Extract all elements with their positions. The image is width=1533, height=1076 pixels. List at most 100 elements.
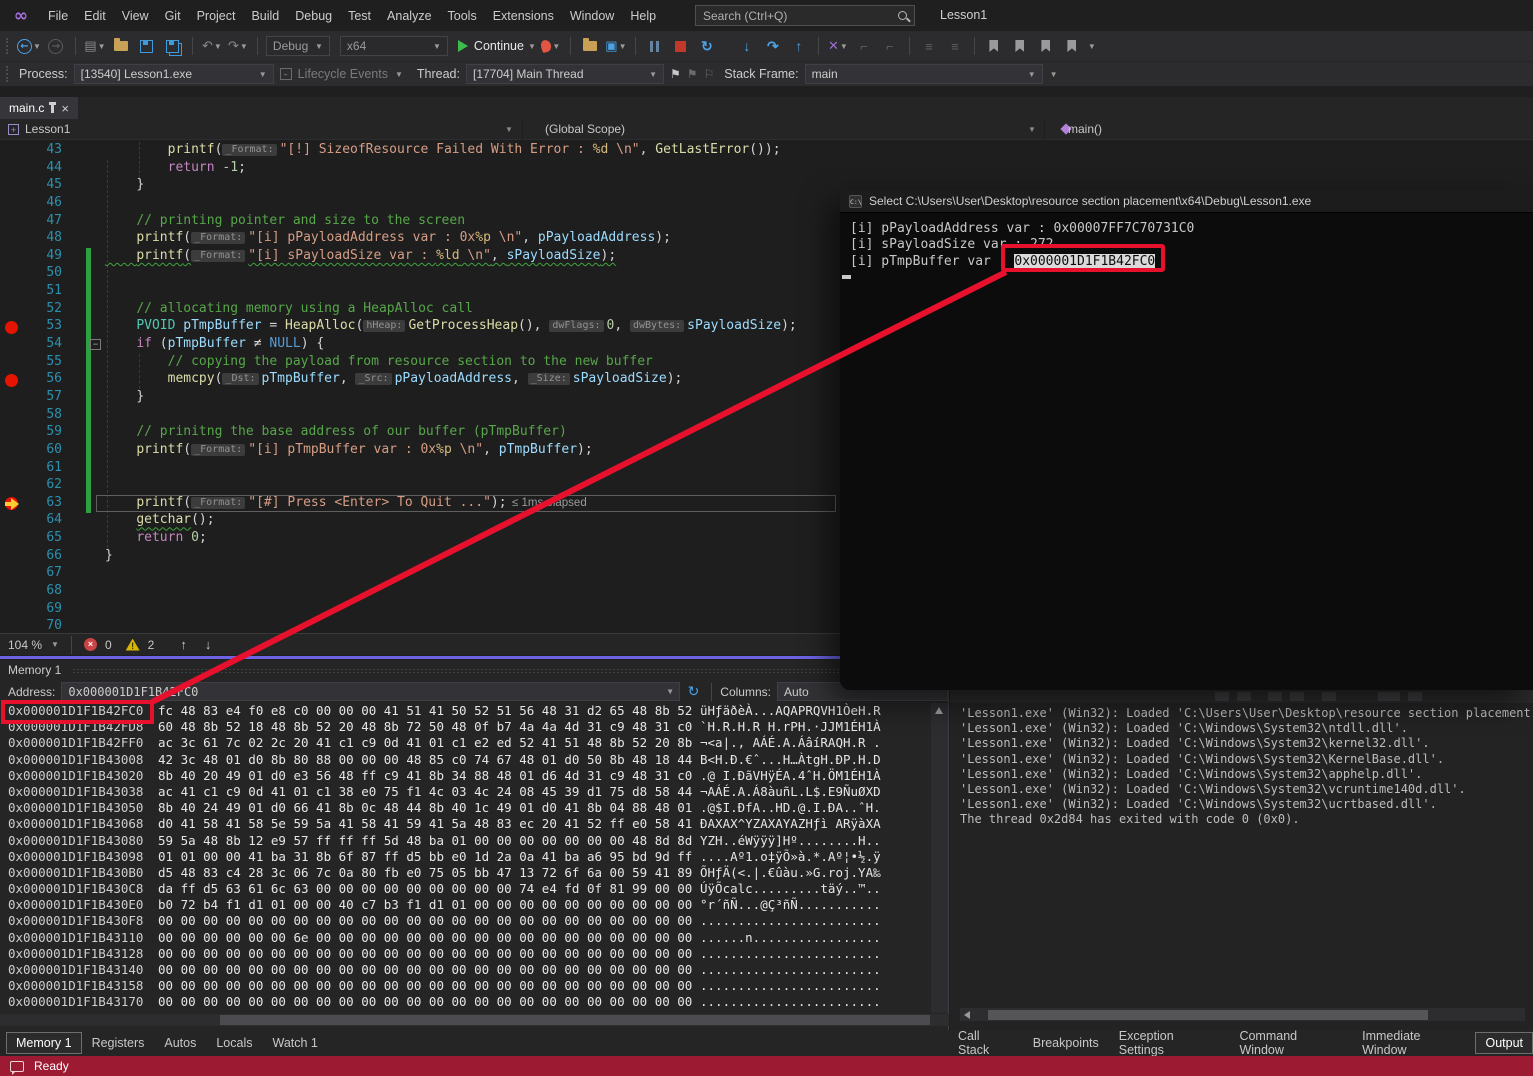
- process-combo[interactable]: [13540] Lesson1.exe▼: [74, 64, 274, 84]
- menu-build[interactable]: Build: [243, 5, 287, 27]
- tab-locals[interactable]: Locals: [206, 1032, 262, 1054]
- output-toolbar-icon[interactable]: [1408, 692, 1422, 701]
- menu-debug[interactable]: Debug: [287, 5, 340, 27]
- break-all-icon[interactable]: [650, 41, 659, 52]
- bookmark-clear-icon[interactable]: [1067, 40, 1076, 52]
- bookmark-previous-icon[interactable]: [1015, 40, 1024, 52]
- memory-row[interactable]: 0x000001D1F1B4312800 00 00 00 00 00 00 0…: [0, 946, 930, 962]
- memory-row[interactable]: 0x000001D1F1B4315800 00 00 00 00 00 00 0…: [0, 978, 930, 994]
- warning-icon[interactable]: !: [126, 639, 140, 651]
- flag-threads-icon[interactable]: ⚑: [670, 67, 681, 81]
- menu-view[interactable]: View: [114, 5, 157, 27]
- configuration-combo[interactable]: Debug▼: [266, 36, 330, 56]
- menu-help[interactable]: Help: [622, 5, 664, 27]
- menu-window[interactable]: Window: [562, 5, 622, 27]
- stop-debugging-icon[interactable]: [675, 41, 686, 52]
- pin-icon[interactable]: [51, 105, 54, 113]
- menu-test[interactable]: Test: [340, 5, 379, 27]
- output-toolbar-icon[interactable]: [1290, 692, 1304, 701]
- continue-button[interactable]: Continue▼: [458, 35, 536, 57]
- address-combo[interactable]: 0x000001D1F1B42FC0▼: [61, 682, 679, 701]
- save-icon[interactable]: [140, 40, 153, 53]
- output-toolbar-icon[interactable]: [1268, 692, 1282, 701]
- menu-git[interactable]: Git: [157, 5, 189, 27]
- tab-registers[interactable]: Registers: [82, 1032, 155, 1054]
- output-toolbar-icon[interactable]: [1215, 692, 1229, 701]
- previous-issue-icon[interactable]: ↑: [180, 637, 187, 652]
- search-input[interactable]: Search (Ctrl+Q): [695, 5, 915, 26]
- close-icon[interactable]: ×: [61, 102, 69, 115]
- scrollbar-thumb[interactable]: [220, 1015, 930, 1025]
- tab-autos[interactable]: Autos: [154, 1032, 206, 1054]
- lifecycle-events-icon[interactable]: ⌁: [280, 68, 292, 80]
- tab-watch-1[interactable]: Watch 1: [262, 1032, 327, 1054]
- console-output[interactable]: [i] pPayloadAddress var : 0x00007FF7C707…: [840, 213, 1533, 270]
- memory-row[interactable]: 0x000001D1F1B430B0d5 48 83 c4 28 3c 06 7…: [0, 865, 930, 881]
- memory-row[interactable]: 0x000001D1F1B4308059 5a 48 8b 12 e9 57 f…: [0, 833, 930, 849]
- menu-edit[interactable]: Edit: [76, 5, 114, 27]
- memory-hex-dump[interactable]: 0x000001D1F1B42FC0fc 48 83 e4 f0 e8 c0 0…: [0, 703, 930, 1011]
- menu-analyze[interactable]: Analyze: [379, 5, 439, 27]
- open-file-icon[interactable]: [114, 41, 128, 51]
- tab-output[interactable]: Output: [1475, 1032, 1533, 1054]
- step-into-icon[interactable]: ↓: [743, 38, 750, 54]
- breakpoint-window-icon[interactable]: ⌐: [860, 39, 868, 54]
- nav-member-dropdown[interactable]: main(): [1068, 122, 1102, 136]
- tab-memory-1[interactable]: Memory 1: [6, 1032, 82, 1054]
- menu-extensions[interactable]: Extensions: [485, 5, 562, 27]
- error-icon[interactable]: ×: [84, 638, 97, 651]
- output-toolbar-icon[interactable]: [1378, 692, 1400, 701]
- output-horizontal-scrollbar[interactable]: [960, 1008, 1525, 1021]
- collapse-icon[interactable]: −: [90, 339, 101, 350]
- stack-frame-combo[interactable]: main▼: [805, 64, 1043, 84]
- memory-row[interactable]: 0x000001D1F1B4300842 3c 48 01 d0 8b 80 8…: [0, 752, 930, 768]
- menu-tools[interactable]: Tools: [440, 5, 485, 27]
- navigate-back-icon[interactable]: ←: [17, 39, 32, 54]
- refresh-icon[interactable]: ↻: [688, 683, 700, 700]
- save-all-icon[interactable]: [166, 40, 179, 53]
- undo-icon[interactable]: ↶: [202, 38, 213, 54]
- output-toolbar-icon[interactable]: [1237, 692, 1251, 701]
- step-out-icon[interactable]: ↑: [795, 38, 802, 54]
- nav-scope-dropdown[interactable]: (Global Scope): [545, 122, 625, 136]
- diagnostics-icon[interactable]: ✕: [828, 38, 839, 54]
- memory-vertical-scrollbar[interactable]: [931, 703, 948, 1013]
- lifecycle-events-label[interactable]: Lifecycle Events: [298, 67, 388, 81]
- output-log[interactable]: 'Lesson1.exe' (Win32): Loaded 'C:\Users\…: [960, 706, 1531, 1006]
- debugbar-grip[interactable]: [6, 66, 9, 82]
- thread-combo[interactable]: [17704] Main Thread▼: [466, 64, 664, 84]
- nav-project-dropdown[interactable]: Lesson1: [25, 122, 70, 136]
- flag-next-icon[interactable]: ⚑: [687, 67, 698, 81]
- navigate-back-dropdown[interactable]: ▼: [33, 42, 41, 51]
- scrollbar-thumb[interactable]: [988, 1010, 1428, 1020]
- scroll-left-icon[interactable]: [964, 1011, 970, 1019]
- scroll-up-icon[interactable]: [935, 707, 943, 714]
- step-over-icon[interactable]: ↷: [767, 38, 779, 55]
- bookmark-next-icon[interactable]: [1041, 40, 1050, 52]
- memory-row[interactable]: 0x000001D1F1B430F800 00 00 00 00 00 00 0…: [0, 913, 930, 929]
- memory-row[interactable]: 0x000001D1F1B43038ac 41 c1 c9 0d 41 01 c…: [0, 784, 930, 800]
- output-toolbar-icon[interactable]: [1322, 692, 1336, 701]
- navigate-forward-icon[interactable]: →: [48, 39, 63, 54]
- new-project-icon[interactable]: ▤: [84, 38, 96, 54]
- console-title-bar[interactable]: C:\ Select C:\Users\User\Desktop\resourc…: [840, 190, 1533, 213]
- memory-row[interactable]: 0x000001D1F1B430208b 40 20 49 01 d0 e3 5…: [0, 768, 930, 784]
- feedback-icon[interactable]: [10, 1061, 24, 1072]
- memory-row[interactable]: 0x000001D1F1B4314000 00 00 00 00 00 00 0…: [0, 962, 930, 978]
- next-issue-icon[interactable]: ↓: [205, 637, 212, 652]
- window-layout-icon[interactable]: ▣: [605, 38, 617, 54]
- browse-output-icon[interactable]: [583, 41, 597, 51]
- flag-toggle-icon[interactable]: ⚐: [704, 67, 715, 81]
- memory-row[interactable]: 0x000001D1F1B430508b 40 24 49 01 d0 66 4…: [0, 800, 930, 816]
- memory-row[interactable]: 0x000001D1F1B430C8da ff d5 63 61 6c 63 0…: [0, 881, 930, 897]
- restart-icon[interactable]: ↻: [701, 38, 713, 55]
- menu-project[interactable]: Project: [189, 5, 244, 27]
- indent-increase-icon[interactable]: ≡: [951, 39, 959, 54]
- hot-reload-icon[interactable]: [540, 39, 553, 54]
- bookmark-toggle-icon[interactable]: [989, 40, 998, 52]
- memory-row[interactable]: 0x000001D1F1B430E0b0 72 b4 f1 d1 01 00 0…: [0, 897, 930, 913]
- zoom-level-dropdown[interactable]: 104 %: [8, 638, 42, 652]
- memory-row[interactable]: 0x000001D1F1B4311000 00 00 00 00 00 6e 0…: [0, 930, 930, 946]
- memory-layout-icon[interactable]: ⌐: [886, 39, 894, 54]
- memory-row[interactable]: 0x000001D1F1B42FF0ac 3c 61 7c 02 2c 20 4…: [0, 735, 930, 751]
